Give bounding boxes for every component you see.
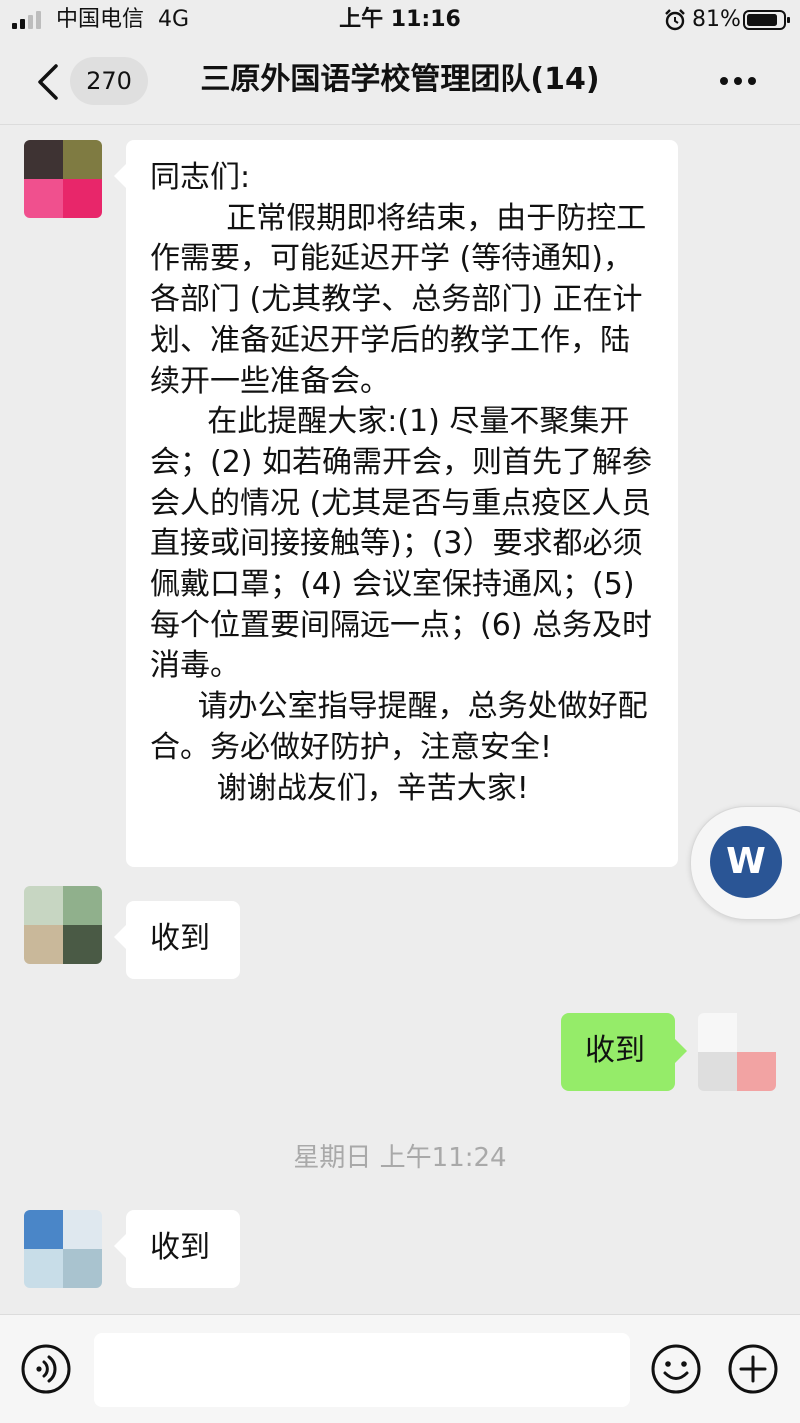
- message-bubble[interactable]: 同志们: 正常假期即将结束，由于防控工作需要，可能延迟开学 (等待通知)，各部门…: [114, 140, 678, 867]
- floating-assistant[interactable]: W: [690, 806, 800, 920]
- alarm-icon: [665, 9, 685, 31]
- message-text: 收到: [585, 1033, 645, 1068]
- time-divider: 星期日 上午11:24: [293, 1143, 507, 1173]
- unread-count-badge[interactable]: 270: [70, 57, 148, 105]
- voice-icon[interactable]: [20, 1343, 72, 1395]
- emoji-icon[interactable]: [650, 1343, 702, 1395]
- chat-title: 三原外国语学校管理团队(14): [200, 62, 600, 97]
- battery-percent: 81%: [692, 7, 741, 32]
- back-arrow-icon[interactable]: [32, 64, 62, 100]
- message-text: 收到: [150, 1230, 210, 1265]
- status-bar: 中国电信 4G 上午 11:16 81%: [0, 0, 800, 40]
- floating-w-button[interactable]: W: [710, 826, 782, 898]
- message-input[interactable]: [94, 1333, 630, 1407]
- chat-header: 270 三原外国语学校管理团队(14): [0, 40, 800, 125]
- message-bubble[interactable]: 收到: [114, 901, 240, 979]
- plus-icon[interactable]: [727, 1343, 779, 1395]
- avatar[interactable]: [24, 140, 102, 218]
- avatar[interactable]: [24, 1210, 102, 1288]
- message-bubble-self[interactable]: 收到: [561, 1013, 687, 1091]
- more-options-icon[interactable]: [718, 70, 758, 92]
- message-bubble[interactable]: 收到: [114, 1210, 240, 1288]
- message-text: 同志们: 正常假期即将结束，由于防控工作需要，可能延迟开学 (等待通知)，各部门…: [150, 160, 653, 806]
- input-bar: [0, 1314, 800, 1423]
- message-text: 收到: [150, 921, 210, 956]
- self-avatar[interactable]: [698, 1013, 776, 1091]
- avatar[interactable]: [24, 886, 102, 964]
- battery-icon: [743, 10, 790, 30]
